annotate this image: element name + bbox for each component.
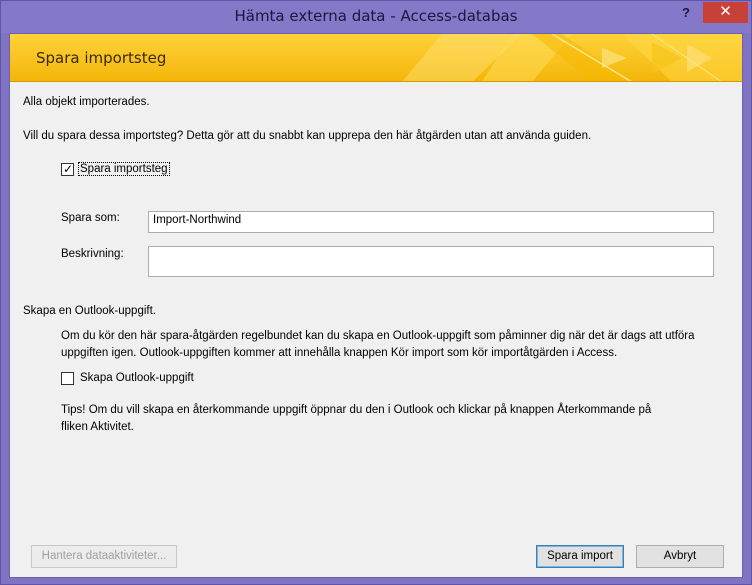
outlook-task-checkbox[interactable] — [61, 372, 74, 385]
description-input[interactable] — [148, 246, 714, 277]
dialog-window: Hämta externa data - Access-databas ? ✕ … — [0, 0, 752, 585]
description-label: Beskrivning: — [61, 248, 124, 260]
save-as-label: Spara som: — [61, 212, 120, 224]
banner-decoration — [402, 34, 742, 81]
save-as-input[interactable]: Import-Northwind — [148, 211, 714, 233]
outlook-task-label[interactable]: Skapa Outlook-uppgift — [80, 372, 194, 384]
save-steps-label[interactable]: Spara importsteg — [78, 162, 170, 176]
header-banner: Spara importsteg — [10, 34, 742, 82]
dialog-client: Spara importsteg Alla objekt importerade… — [9, 33, 743, 578]
window-title: Hämta externa data - Access-databas — [234, 7, 518, 25]
outlook-section-title: Skapa en Outlook-uppgift. — [23, 305, 156, 317]
tip-line1: Tips! Om du vill skapa en återkommande u… — [61, 404, 652, 416]
title-bar[interactable]: Hämta externa data - Access-databas ? ✕ — [1, 1, 751, 33]
banner-title: Spara importsteg — [36, 49, 167, 67]
save-import-button[interactable]: Spara import — [536, 545, 624, 568]
save-question-text: Vill du spara dessa importsteg? Detta gö… — [23, 130, 592, 142]
manage-data-tasks-button[interactable]: Hantera dataaktiviteter... — [31, 545, 177, 568]
cancel-button[interactable]: Avbryt — [636, 545, 724, 568]
help-button[interactable]: ? — [673, 4, 699, 24]
checkmark-icon: ✓ — [63, 162, 74, 176]
outlook-info-line1: Om du kör den här spara-åtgärden regelbu… — [61, 330, 695, 342]
import-status-text: Alla objekt importerades. — [23, 96, 150, 108]
close-button[interactable]: ✕ — [703, 2, 748, 23]
tip-line2: fliken Aktivitet. — [61, 421, 134, 433]
outlook-info-line2: uppgiften igen. Outlook-uppgiften kommer… — [61, 347, 618, 359]
save-steps-checkbox[interactable]: ✓ — [61, 162, 74, 176]
